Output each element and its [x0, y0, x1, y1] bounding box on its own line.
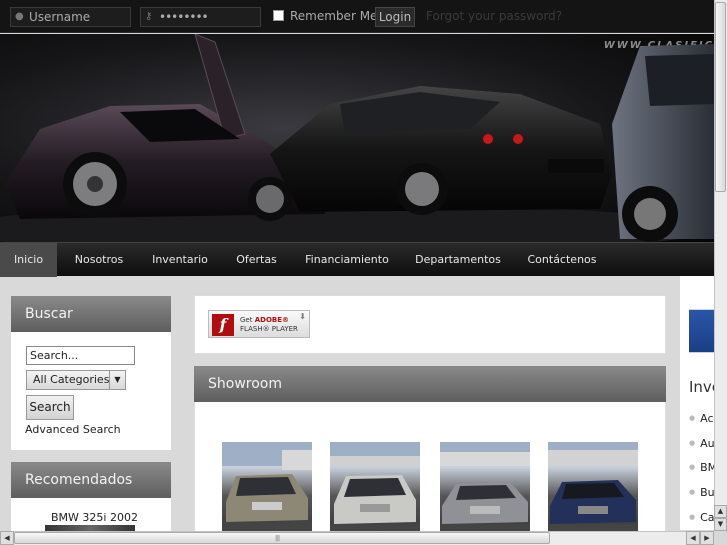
chevron-down-icon: ▼	[109, 371, 125, 389]
recommended-panel-title: Recomendados	[11, 462, 171, 498]
nav-item-ofertas[interactable]: Ofertas	[229, 243, 284, 277]
recommended-item-link[interactable]: BMW 325i 2002	[51, 511, 138, 524]
user-icon: ●	[15, 11, 24, 22]
login-button[interactable]: Login	[375, 7, 415, 27]
flash-icon: f	[212, 314, 234, 336]
download-icon: ⬇	[299, 312, 306, 321]
flash-get-text: Get	[240, 316, 253, 324]
inventory-link[interactable]: Ca	[689, 511, 714, 524]
nav-item-nosotros[interactable]: Nosotros	[66, 243, 132, 277]
showroom-title: Showroom	[194, 366, 666, 402]
remember-me-label: Remember Me	[290, 9, 378, 23]
nav-item-inventario[interactable]: Inventario	[146, 243, 214, 277]
nav-item-inicio[interactable]: Inicio	[0, 243, 57, 277]
remember-me-checkbox[interactable]	[273, 10, 284, 21]
hero-cars-image	[0, 34, 714, 242]
scrollbar-corner	[714, 531, 727, 545]
page: ● Username ⚷ •••••••• Remember Me Login …	[0, 0, 727, 545]
hero-banner: WWW.CLASIFIC	[0, 34, 714, 242]
inventory-link[interactable]: BM	[689, 461, 717, 474]
scroll-up-icon[interactable]: ▲	[714, 505, 727, 518]
horizontal-scrollbar-thumb[interactable]	[14, 532, 550, 544]
forgot-password-link[interactable]: Forgot your password?	[426, 9, 562, 23]
category-select-value: All Categories	[33, 373, 110, 386]
inventory-link[interactable]: Bu	[689, 486, 715, 499]
scrollbar-grip-icon: ||||	[275, 535, 280, 542]
advanced-search-link[interactable]: Advanced Search	[25, 423, 121, 436]
showroom-car-thumb[interactable]	[440, 442, 530, 532]
showroom-car-thumb[interactable]	[222, 442, 312, 532]
nav-item-financiamiento[interactable]: Financiamiento	[299, 243, 395, 277]
flash-player-text: FLASH® PLAYER	[240, 325, 298, 333]
flash-line1: Get ADOBE®	[240, 316, 289, 324]
nav-item-departamentos[interactable]: Departamentos	[410, 243, 506, 277]
showroom-car-thumb[interactable]	[548, 442, 638, 532]
vertical-scrollbar-thumb[interactable]	[715, 2, 726, 192]
scroll-down-icon[interactable]: ▼	[714, 518, 727, 531]
search-panel-title: Buscar	[11, 296, 171, 332]
showroom-car-thumb[interactable]	[330, 442, 420, 532]
scroll-left-icon[interactable]: ◀	[686, 531, 700, 545]
scroll-left-icon[interactable]: ◀	[0, 531, 14, 545]
category-select[interactable]: All Categories ▼	[26, 370, 126, 390]
username-placeholder: Username	[29, 10, 91, 24]
search-button[interactable]: Search	[26, 395, 74, 420]
scroll-right-icon[interactable]: ▶	[700, 531, 714, 545]
password-field[interactable]: ⚷ ••••••••	[140, 7, 261, 27]
inventory-link[interactable]: Ac	[689, 412, 713, 425]
main-nav: Inicio Nosotros Inventario Ofertas Finan…	[0, 242, 714, 277]
username-field[interactable]: ● Username	[10, 7, 131, 27]
password-value: ••••••••	[159, 10, 209, 24]
inventory-link[interactable]: Au	[689, 437, 715, 450]
nav-item-contactenos[interactable]: Contáctenos	[521, 243, 603, 277]
search-input[interactable]: Search...	[26, 346, 135, 365]
get-flash-player-button[interactable]: f Get ADOBE® FLASH® PLAYER ⬇	[208, 310, 310, 338]
key-icon: ⚷	[145, 11, 153, 22]
right-banner-image[interactable]	[689, 295, 714, 367]
flash-brand-text: ADOBE®	[254, 316, 290, 324]
login-bar: ● Username ⚷ •••••••• Remember Me Login …	[0, 0, 727, 33]
